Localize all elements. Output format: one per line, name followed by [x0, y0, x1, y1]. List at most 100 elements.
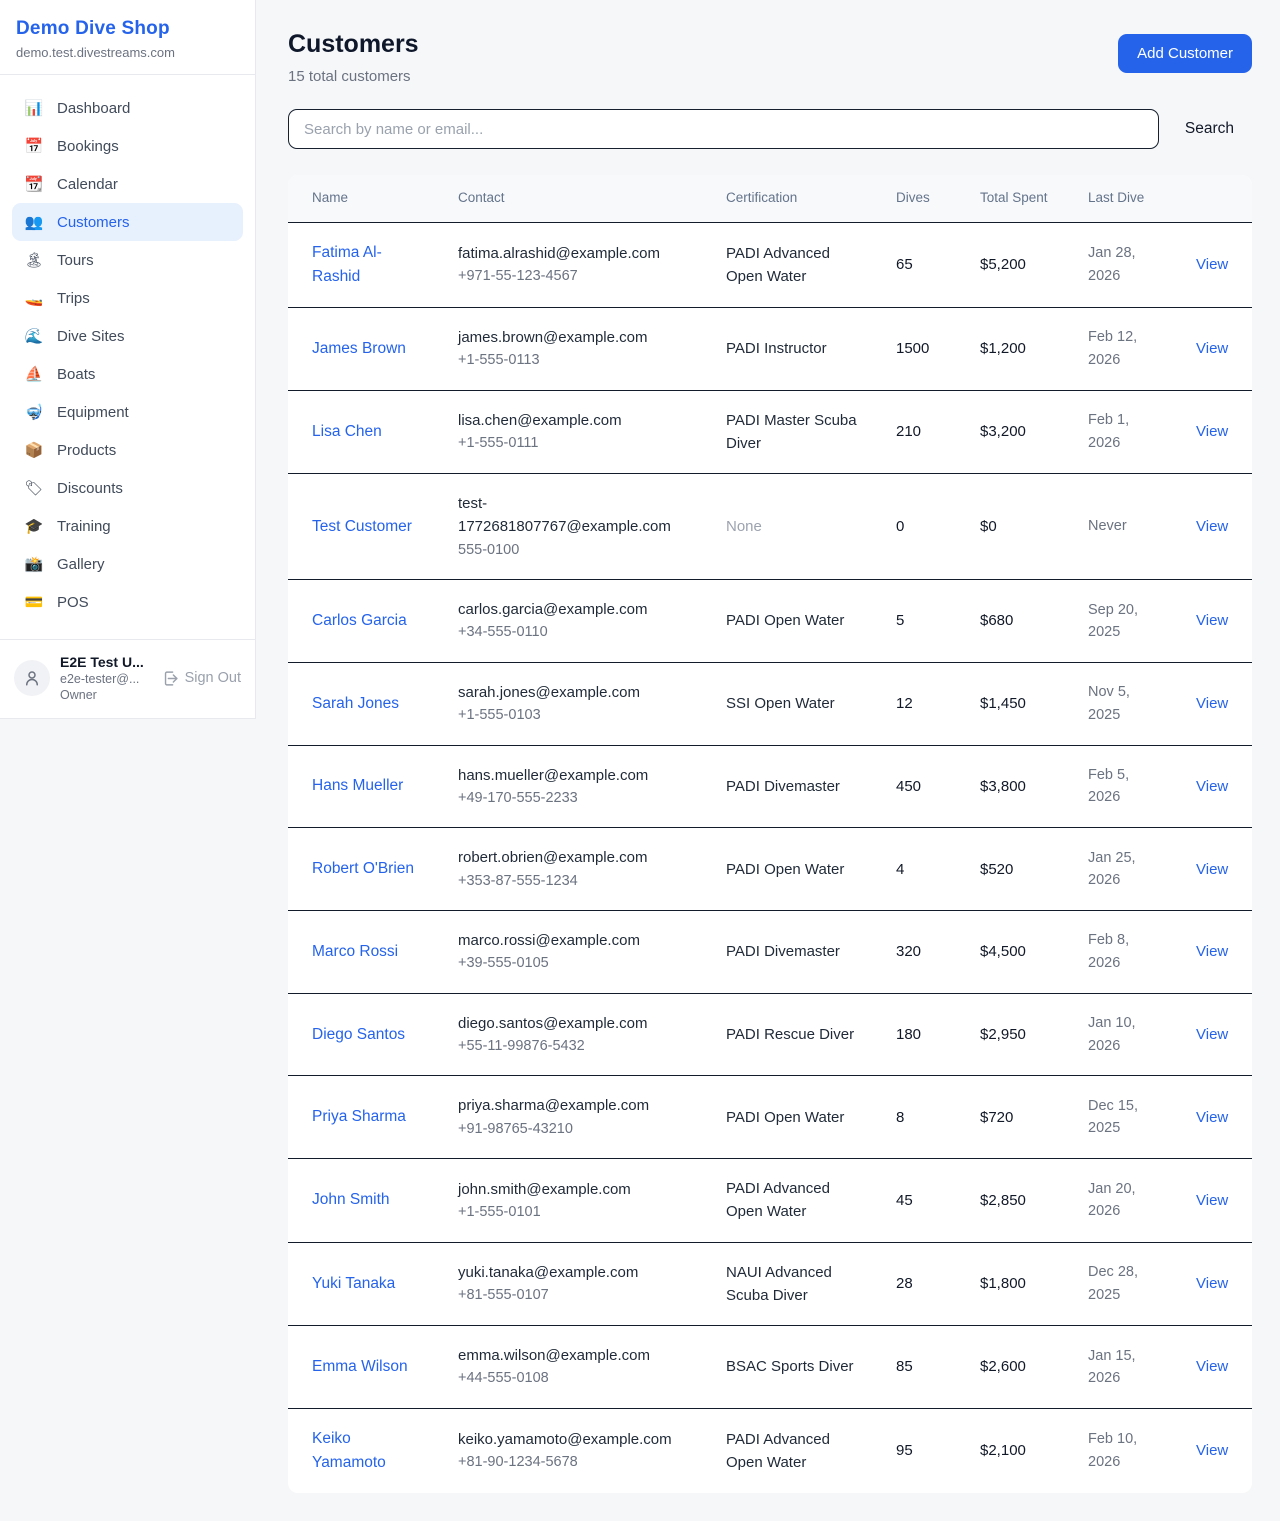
sidebar-nav: 📊Dashboard📅Bookings📆Calendar👥Customers🏝T… [0, 75, 255, 639]
sign-out-button[interactable]: Sign Out [162, 670, 241, 687]
sidebar-item-customers[interactable]: 👥Customers [12, 203, 243, 241]
customer-dives: 0 [872, 474, 956, 580]
view-cell: View [1172, 1408, 1252, 1493]
customer-name-link[interactable]: John Smith [312, 1191, 390, 1208]
sidebar-item-discounts[interactable]: 🏷Discounts [12, 469, 243, 507]
name-cell: Hans Mueller [288, 745, 434, 828]
view-link[interactable]: View [1196, 256, 1228, 273]
view-link[interactable]: View [1196, 943, 1228, 960]
wave-icon: 🌊 [24, 327, 44, 345]
search-button[interactable]: Search [1159, 120, 1252, 138]
customer-name-link[interactable]: Hans Mueller [312, 777, 403, 794]
customer-name-link[interactable]: Diego Santos [312, 1026, 405, 1043]
sidebar-user-footer: E2E Test U... e2e-tester@... Owner Sign … [0, 639, 255, 718]
customer-last-dive: Jan 15, 2026 [1064, 1326, 1172, 1409]
name-cell: Fatima Al-Rashid [288, 222, 434, 307]
customer-email: hans.mueller@example.com [458, 764, 694, 787]
column-header: Dives [872, 175, 956, 222]
view-link[interactable]: View [1196, 1358, 1228, 1375]
sidebar-item-trips[interactable]: 🚤Trips [12, 279, 243, 317]
contact-cell: hans.mueller@example.com+49-170-555-2233 [434, 745, 702, 828]
sidebar-item-training[interactable]: 🎓Training [12, 507, 243, 545]
customer-name-link[interactable]: Keiko Yamamoto [312, 1430, 386, 1471]
customer-last-dive: Feb 10, 2026 [1064, 1408, 1172, 1493]
customer-name-link[interactable]: Marco Rossi [312, 943, 398, 960]
customer-total-spent: $2,100 [956, 1408, 1064, 1493]
sidebar-item-label: Boats [57, 366, 95, 383]
sidebar-item-gallery[interactable]: 📸Gallery [12, 545, 243, 583]
sidebar-item-label: Calendar [57, 176, 118, 193]
customer-total-spent: $3,800 [956, 745, 1064, 828]
customer-certification: PADI Open Water [702, 1076, 872, 1159]
customer-name-link[interactable]: Priya Sharma [312, 1108, 406, 1125]
table-row: Lisa Chenlisa.chen@example.com+1-555-011… [288, 390, 1252, 474]
contact-cell: fatima.alrashid@example.com+971-55-123-4… [434, 222, 702, 307]
customer-name-link[interactable]: Yuki Tanaka [312, 1275, 395, 1292]
customers-table-card: NameContactCertificationDivesTotal Spent… [288, 175, 1252, 1493]
customer-name-link[interactable]: James Brown [312, 340, 406, 357]
name-cell: Marco Rossi [288, 911, 434, 994]
customer-email: yuki.tanaka@example.com [458, 1261, 694, 1284]
sidebar-item-pos[interactable]: 💳POS [12, 583, 243, 621]
table-row: James Brown james.brown@example.com+1-555… [288, 307, 1252, 390]
contact-cell: john.smith@example.com+1-555-0101 [434, 1159, 702, 1243]
customer-last-dive: Jan 25, 2026 [1064, 828, 1172, 911]
table-header: NameContactCertificationDivesTotal Spent… [288, 175, 1252, 222]
sign-out-label: Sign Out [185, 670, 241, 686]
customer-dives: 1500 [872, 307, 956, 390]
customer-name-link[interactable]: Emma Wilson [312, 1358, 408, 1375]
customer-phone: +55-11-99876-5432 [458, 1035, 694, 1057]
view-link[interactable]: View [1196, 778, 1228, 795]
view-link[interactable]: View [1196, 518, 1228, 535]
view-link[interactable]: View [1196, 612, 1228, 629]
view-cell: View [1172, 828, 1252, 911]
table-row: Priya Sharmapriya.sharma@example.com+91-… [288, 1076, 1252, 1159]
sidebar-item-tours[interactable]: 🏝Tours [12, 241, 243, 279]
contact-cell: james.brown@example.com+1-555-0113 [434, 307, 702, 390]
customer-name-link[interactable]: Carlos Garcia [312, 612, 407, 629]
customer-certification: PADI Rescue Diver [702, 993, 872, 1076]
view-link[interactable]: View [1196, 1026, 1228, 1043]
customer-certification: NAUI Advanced Scuba Diver [702, 1242, 872, 1326]
view-cell: View [1172, 911, 1252, 994]
view-link[interactable]: View [1196, 340, 1228, 357]
customer-email: carlos.garcia@example.com [458, 598, 694, 621]
customer-name-link[interactable]: Robert O'Brien [312, 860, 414, 877]
sidebar-item-dashboard[interactable]: 📊Dashboard [12, 89, 243, 127]
customer-total-spent: $3,200 [956, 390, 1064, 474]
page-header: Customers 15 total customers Add Custome… [288, 30, 1252, 85]
view-link[interactable]: View [1196, 1275, 1228, 1292]
sidebar-item-bookings[interactable]: 📅Bookings [12, 127, 243, 165]
customer-phone: +1-555-0101 [458, 1201, 694, 1223]
sidebar-item-calendar[interactable]: 📆Calendar [12, 165, 243, 203]
sidebar-item-dive-sites[interactable]: 🌊Dive Sites [12, 317, 243, 355]
sidebar-item-label: Training [57, 518, 111, 535]
customer-name-link[interactable]: Test Customer [312, 518, 412, 535]
customer-name-link[interactable]: Sarah Jones [312, 695, 399, 712]
search-input[interactable] [288, 109, 1159, 149]
table-row: Test Customertest-1772681807767@example.… [288, 474, 1252, 580]
view-link[interactable]: View [1196, 423, 1228, 440]
island-icon: 🏝 [24, 251, 44, 269]
customer-certification: PADI Open Water [702, 828, 872, 911]
sidebar-item-products[interactable]: 📦Products [12, 431, 243, 469]
view-link[interactable]: View [1196, 695, 1228, 712]
view-cell: View [1172, 1159, 1252, 1243]
column-header: Contact [434, 175, 702, 222]
customer-last-dive: Sep 20, 2025 [1064, 580, 1172, 663]
name-cell: James Brown [288, 307, 434, 390]
view-link[interactable]: View [1196, 1109, 1228, 1126]
sidebar-item-boats[interactable]: ⛵Boats [12, 355, 243, 393]
customer-phone: +1-555-0111 [458, 432, 694, 454]
sidebar-item-label: Equipment [57, 404, 129, 421]
view-link[interactable]: View [1196, 861, 1228, 878]
calendar-date-icon: 📅 [24, 137, 44, 155]
customer-email: john.smith@example.com [458, 1178, 694, 1201]
view-link[interactable]: View [1196, 1192, 1228, 1209]
customer-name-link[interactable]: Lisa Chen [312, 423, 382, 440]
view-cell: View [1172, 222, 1252, 307]
add-customer-button[interactable]: Add Customer [1118, 34, 1252, 73]
sidebar-item-equipment[interactable]: 🤿Equipment [12, 393, 243, 431]
customer-name-link[interactable]: Fatima Al-Rashid [312, 244, 382, 285]
view-link[interactable]: View [1196, 1442, 1228, 1459]
